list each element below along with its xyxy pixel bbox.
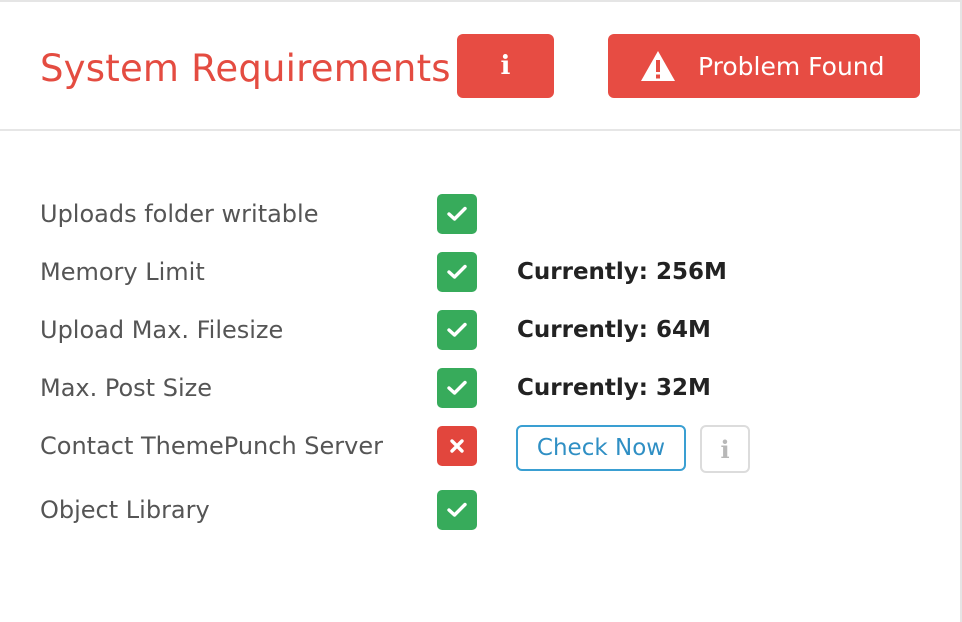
- check-icon: [437, 368, 477, 408]
- page-title: System Requirements: [40, 47, 451, 90]
- x-icon: [437, 426, 477, 466]
- requirement-label: Object Library: [40, 496, 210, 524]
- requirement-value: Currently: 256M: [517, 259, 727, 285]
- check-icon: [437, 252, 477, 292]
- check-icon: [437, 194, 477, 234]
- check-icon: [437, 310, 477, 350]
- requirement-row-contact-server: Contact ThemePunch Server Check Now i: [0, 425, 960, 473]
- requirement-row-uploads-folder: Uploads folder writable: [0, 194, 960, 234]
- requirement-label: Uploads folder writable: [40, 200, 319, 228]
- requirement-label: Memory Limit: [40, 258, 205, 286]
- requirement-value: Currently: 64M: [517, 317, 711, 343]
- requirement-row-max-post-size: Max. Post Size Currently: 32M: [0, 368, 960, 408]
- check-icon: [437, 490, 477, 530]
- system-requirements-panel: System Requirements i Problem Found Uplo…: [0, 0, 962, 622]
- problem-found-label: Problem Found: [698, 51, 885, 81]
- requirement-value: Currently: 32M: [517, 375, 711, 401]
- info-icon[interactable]: i: [700, 425, 750, 473]
- requirement-label: Upload Max. Filesize: [40, 316, 284, 344]
- warning-triangle-icon: [640, 50, 676, 82]
- problem-found-button[interactable]: Problem Found: [608, 34, 920, 98]
- requirement-label: Max. Post Size: [40, 374, 212, 402]
- info-icon: i: [500, 51, 511, 81]
- requirement-label: Contact ThemePunch Server: [40, 432, 383, 460]
- panel-header: System Requirements i Problem Found: [0, 2, 960, 131]
- requirement-row-memory-limit: Memory Limit Currently: 256M: [0, 252, 960, 292]
- requirement-row-upload-max-filesize: Upload Max. Filesize Currently: 64M: [0, 310, 960, 350]
- check-now-button[interactable]: Check Now: [516, 425, 686, 471]
- requirement-row-object-library: Object Library: [0, 490, 960, 530]
- info-button[interactable]: i: [457, 34, 554, 98]
